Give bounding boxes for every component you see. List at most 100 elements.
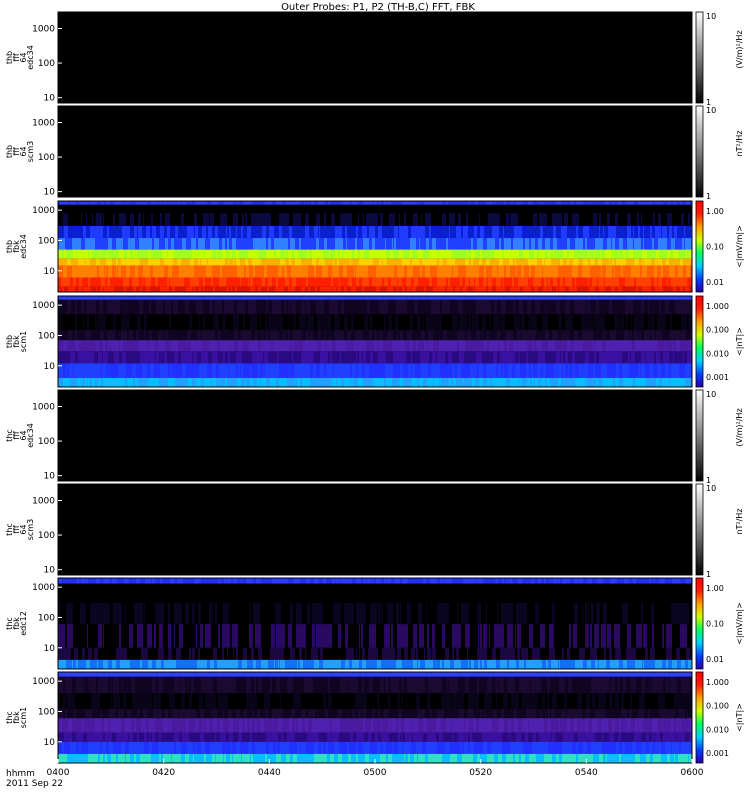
band-column	[619, 296, 624, 300]
band-column	[288, 238, 291, 250]
band-column	[610, 363, 615, 378]
band-column	[175, 578, 178, 584]
band-column	[295, 377, 298, 387]
band-column	[427, 201, 432, 205]
band-column	[668, 277, 671, 287]
band-column	[357, 238, 361, 250]
band-column	[355, 258, 360, 266]
band-column	[243, 201, 248, 205]
band-column	[443, 213, 447, 226]
band-column	[178, 299, 182, 315]
band-column	[241, 330, 245, 341]
band-column	[474, 363, 477, 378]
band-column	[499, 249, 504, 259]
band-column	[594, 299, 597, 315]
band-column	[646, 377, 649, 387]
band-column	[342, 286, 345, 292]
band-column	[195, 225, 199, 239]
band-column	[100, 351, 103, 364]
band-column	[468, 249, 472, 259]
band-column	[614, 258, 617, 266]
band-column	[110, 277, 113, 287]
band-column	[75, 578, 78, 584]
band-column	[492, 204, 495, 214]
band-column	[468, 377, 471, 387]
band-column	[672, 578, 675, 584]
band-column	[208, 225, 213, 239]
band-column	[126, 286, 130, 292]
band-column	[491, 340, 496, 352]
band-column	[521, 204, 524, 214]
band-column	[110, 213, 114, 226]
band-column	[293, 351, 296, 364]
band-column	[277, 351, 280, 364]
band-column	[603, 330, 607, 341]
band-column	[402, 277, 407, 287]
band-column	[376, 363, 380, 378]
band-column	[404, 265, 407, 278]
band-column	[280, 258, 284, 266]
band-column	[425, 213, 429, 226]
band-column	[294, 249, 299, 259]
band-column	[234, 238, 237, 250]
band-column	[509, 340, 514, 352]
band-column	[193, 204, 197, 214]
band-column	[190, 258, 195, 266]
band-column	[612, 578, 615, 584]
band-column	[644, 314, 649, 331]
band-column	[669, 225, 672, 239]
band-column	[472, 578, 476, 584]
band-column	[238, 363, 241, 378]
band-column	[316, 363, 321, 378]
band-column	[58, 578, 63, 584]
band-column	[648, 314, 651, 331]
band-column	[213, 314, 216, 331]
band-column	[196, 299, 201, 315]
band-column	[590, 340, 593, 352]
band-column	[61, 340, 64, 352]
band-column	[561, 351, 564, 364]
band-column	[582, 265, 586, 278]
band-column	[406, 277, 410, 287]
band-column	[663, 277, 668, 287]
band-column	[319, 265, 323, 278]
band-column	[534, 286, 539, 292]
band-column	[440, 249, 443, 259]
band-column	[527, 204, 532, 214]
band-column	[234, 299, 238, 315]
band-column	[254, 299, 257, 315]
band-column	[119, 258, 122, 266]
band-column	[370, 330, 373, 341]
band-column	[635, 225, 639, 239]
band-column	[577, 578, 582, 584]
band-column	[255, 265, 258, 278]
band-column	[152, 578, 155, 584]
band-column	[306, 238, 310, 250]
band-column	[283, 296, 286, 300]
band-column	[494, 249, 497, 259]
band-column	[680, 201, 684, 205]
band-column	[333, 225, 336, 239]
band-column	[436, 201, 439, 205]
band-column	[93, 225, 96, 239]
band-column	[331, 258, 334, 266]
band-column	[340, 330, 345, 341]
band-column	[125, 377, 128, 387]
band-column	[466, 296, 469, 300]
band-column	[122, 225, 127, 239]
band-column	[438, 314, 443, 331]
band-column	[314, 265, 317, 278]
band-column	[179, 258, 182, 266]
band-column	[197, 330, 202, 341]
band-column	[175, 286, 180, 292]
band-column	[587, 213, 590, 226]
plot-background	[58, 390, 692, 481]
band-column	[591, 201, 595, 205]
band-column	[261, 578, 264, 584]
y-tick-label: 10	[44, 94, 56, 104]
band-column	[130, 249, 134, 259]
band-column	[160, 258, 165, 266]
band-column	[408, 330, 413, 341]
band-column	[631, 225, 634, 239]
band-column	[560, 277, 564, 287]
